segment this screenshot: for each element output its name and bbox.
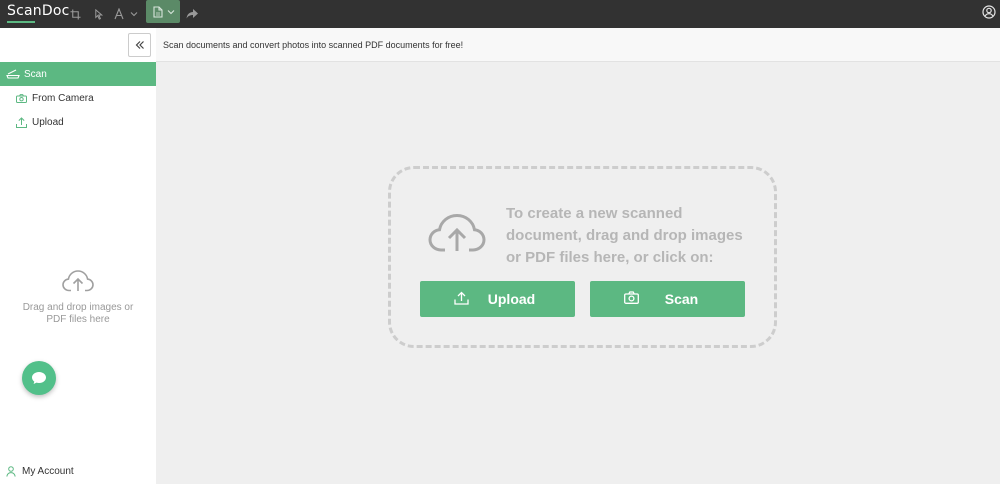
redo-button[interactable]: [184, 0, 200, 28]
crop-tool-button[interactable]: [67, 0, 83, 28]
collapse-sidebar-button[interactable]: [128, 33, 151, 57]
sidebar-item-label: From Camera: [32, 92, 94, 104]
sidebar: Scan From Camera Upload Drag and drop im…: [0, 28, 156, 484]
upload-button-label: Upload: [487, 291, 536, 307]
sidebar-item-label: Scan: [24, 68, 47, 80]
info-bar: Scan documents and convert photos into s…: [156, 28, 1000, 62]
scan-button-label: Scan: [664, 291, 699, 307]
scanner-icon: [6, 69, 20, 79]
text-tool-button[interactable]: [113, 0, 141, 28]
text-tool-icon: [114, 8, 138, 20]
cursor-icon: [95, 8, 104, 20]
my-account-link[interactable]: My Account: [6, 466, 74, 477]
sidebar-item-from-camera[interactable]: From Camera: [16, 88, 94, 108]
account-button[interactable]: [982, 5, 996, 24]
main-drop-zone[interactable]: To create a new scanned document, drag a…: [388, 166, 777, 348]
chat-bubble-icon: [32, 372, 46, 384]
sidebar-item-label: Upload: [32, 116, 64, 128]
scan-button[interactable]: Scan: [590, 281, 745, 317]
crop-icon: [69, 8, 81, 20]
cloud-upload-icon: [62, 270, 94, 292]
top-toolbar: ScanDoc: [0, 0, 1000, 28]
drop-instructions: To create a new scanned document, drag a…: [506, 205, 743, 266]
upload-icon: [454, 291, 469, 305]
my-account-label: My Account: [22, 466, 74, 477]
double-chevron-left-icon: [135, 41, 144, 49]
redo-icon: [186, 9, 198, 19]
logo-underline: [7, 21, 35, 23]
camera-icon: [624, 291, 639, 304]
account-icon: [982, 5, 996, 19]
sidebar-drop-area[interactable]: Drag and drop images or PDF files here: [0, 270, 156, 326]
camera-icon: [16, 93, 27, 103]
upload-icon: [16, 116, 27, 128]
app-logo[interactable]: ScanDoc: [7, 3, 69, 19]
document-tool-button[interactable]: [146, 0, 180, 23]
select-tool-button[interactable]: [91, 0, 107, 28]
sidebar-item-scan[interactable]: Scan: [0, 62, 156, 86]
document-icon: [153, 5, 175, 18]
sidebar-item-upload[interactable]: Upload: [16, 112, 64, 132]
user-icon: [6, 466, 16, 477]
chat-button[interactable]: [22, 361, 56, 395]
cloud-upload-icon: [428, 213, 486, 252]
upload-button[interactable]: Upload: [420, 281, 575, 317]
sidebar-drop-text: Drag and drop images or PDF files here: [22, 302, 134, 325]
info-text: Scan documents and convert photos into s…: [163, 39, 464, 50]
